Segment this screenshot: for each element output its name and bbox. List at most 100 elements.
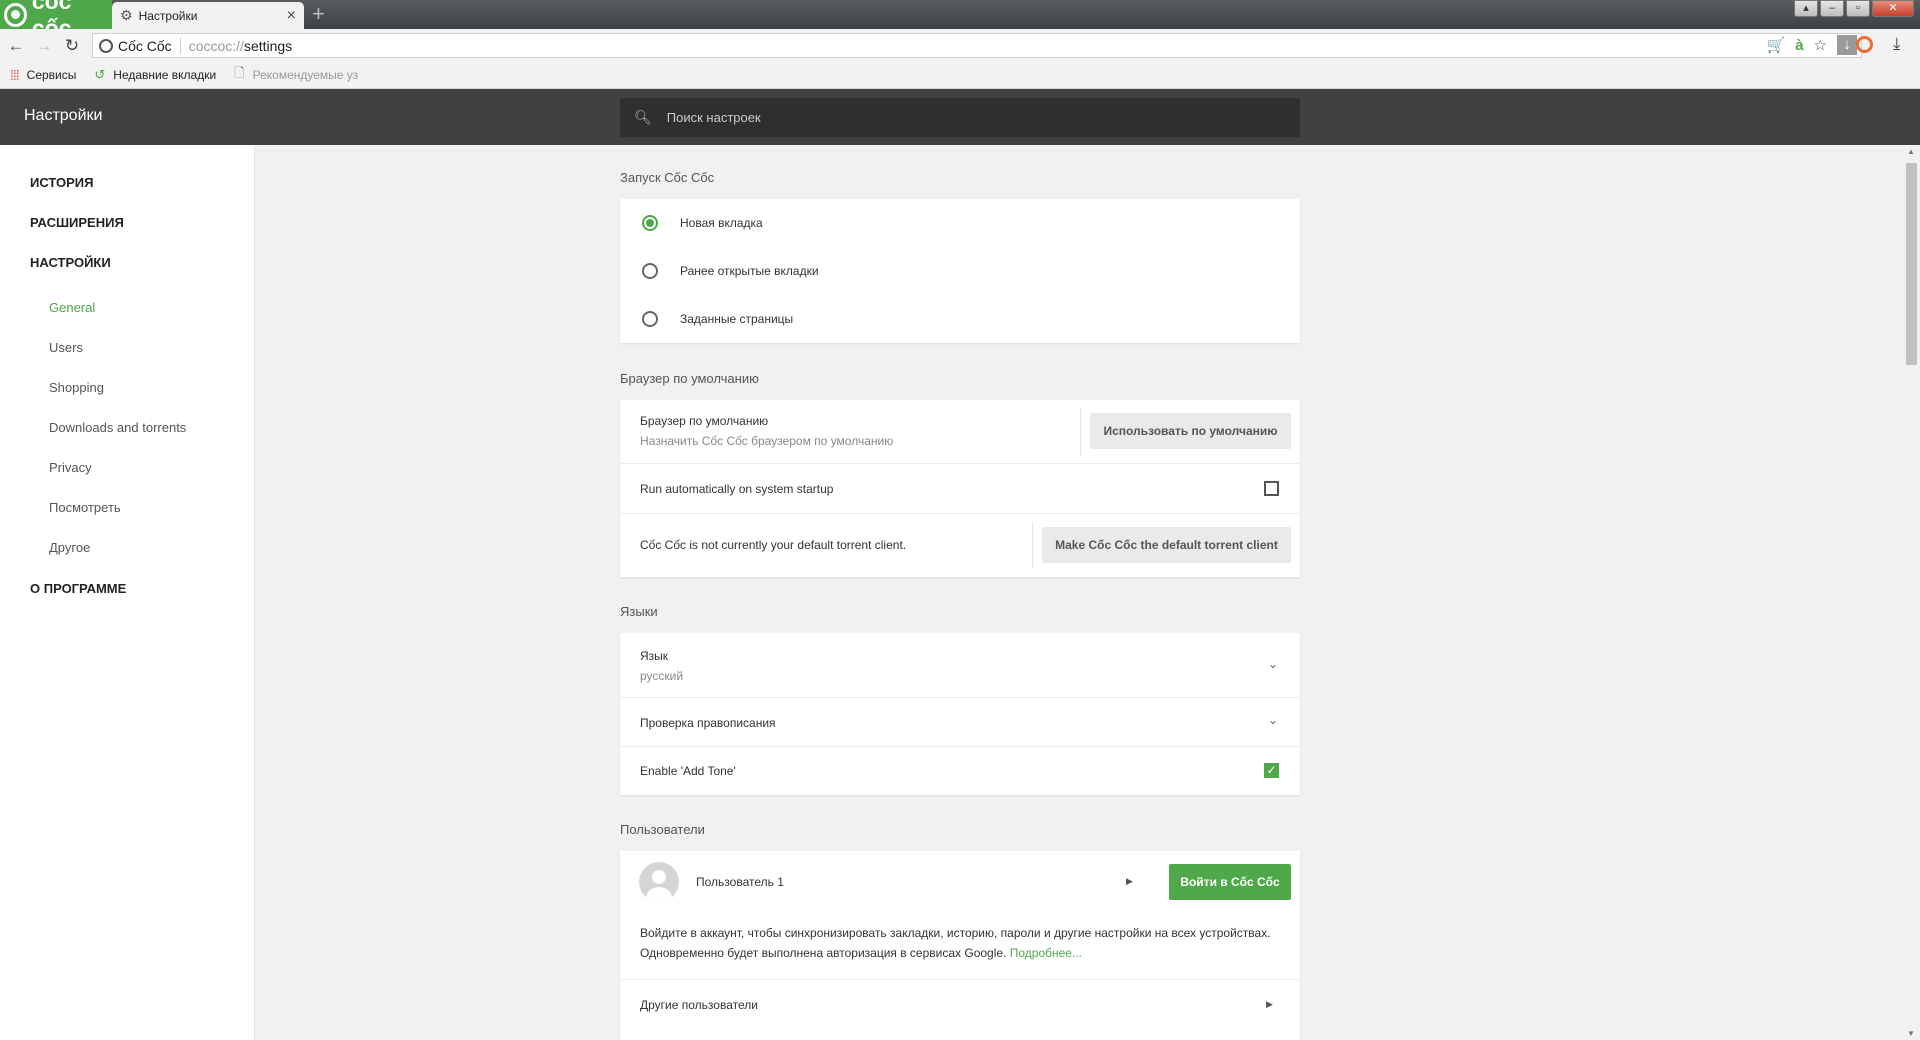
startup-section-title: Запуск Cốc Cốc <box>620 170 715 185</box>
default-browser-sub: Назначить Cốc Cốc браузером по умолчанию <box>640 434 894 448</box>
url-path: settings <box>243 37 293 54</box>
spellcheck-label: Проверка правописания <box>640 716 776 730</box>
spellcheck-row[interactable]: Проверка правописания ⌄ <box>620 698 1300 747</box>
sidebar-history[interactable]: ИСТОРИЯ <box>30 175 94 190</box>
search-icon: 🔍︎ <box>634 109 652 125</box>
bookmark-recommended[interactable]: 🗋 Рекомендуемые уз <box>234 64 358 86</box>
profile-window-icon[interactable]: ▴ <box>1794 0 1818 17</box>
bookmark-label: Сервисы <box>26 68 77 82</box>
sidebar-item-general[interactable]: General <box>49 300 95 315</box>
browser-titlebar: cốc cốc ⚙ Настройки × + ▴ – ▫ ✕ <box>0 0 1920 41</box>
shopping-cart-icon[interactable]: 🛒 <box>1767 36 1786 54</box>
autorun-label: Run automatically on system startup <box>640 482 834 496</box>
torrent-row: Cốc Cốc is not currently your default to… <box>620 514 1300 577</box>
language-row[interactable]: Язык русский ⌄ <box>620 633 1300 698</box>
set-default-torrent-button[interactable]: Make Cốc Cốc the default torrent client <box>1042 527 1291 563</box>
other-users-label: Другие пользователи <box>640 998 758 1012</box>
users-section-title: Пользователи <box>620 822 705 837</box>
divider <box>1080 408 1081 456</box>
address-bar[interactable]: Cốc Cốc coccoc:// settings 🛒 à ☆ ↓ <box>92 33 1862 58</box>
extension-icon[interactable] <box>1856 36 1873 53</box>
startup-option[interactable]: Новая вкладка <box>620 199 1300 247</box>
avatar <box>639 862 679 902</box>
other-users-row[interactable]: Другие пользователи ▶ <box>620 980 1300 1030</box>
recent-tabs-icon: ↺ <box>94 67 106 82</box>
add-tone-row[interactable]: Enable 'Add Tone' ✓ <box>620 747 1300 795</box>
media-download-icon[interactable]: ↓ <box>1837 35 1857 55</box>
close-window-button[interactable]: ✕ <box>1872 0 1914 17</box>
search-input[interactable] <box>666 110 1267 125</box>
language-label: Язык <box>640 649 669 663</box>
scroll-down-icon[interactable]: ▼ <box>1907 1029 1915 1038</box>
url-scheme: coccoc:// <box>188 37 244 54</box>
autorun-checkbox[interactable] <box>1264 481 1279 496</box>
apps-icon: ⁞⁞⁞ <box>10 67 20 83</box>
browser-toolbar: ← → ↻ Cốc Cốc coccoc:// settings 🛒 à ☆ ↓… <box>0 29 1920 62</box>
scroll-up-icon[interactable]: ▲ <box>1907 147 1915 156</box>
sidebar-about[interactable]: О ПРОГРАММЕ <box>30 581 126 596</box>
user-row[interactable]: Пользователь 1 ▶ Войти в Cốc Cốc <box>620 851 1300 913</box>
sidebar-item-shopping[interactable]: Shopping <box>49 380 104 395</box>
maximize-button[interactable]: ▫ <box>1846 0 1870 17</box>
forward-icon[interactable]: → <box>32 36 56 56</box>
radio-new-tab[interactable] <box>642 215 658 231</box>
triangle-right-icon[interactable]: ▶ <box>1266 999 1273 1010</box>
scrollbar-thumb[interactable] <box>1906 163 1917 365</box>
description-text: Войдите в аккаунт, чтобы синхронизироват… <box>640 926 1271 960</box>
signin-button[interactable]: Войти в Cốc Cốc <box>1169 864 1291 900</box>
triangle-right-icon[interactable]: ▶ <box>1126 876 1133 887</box>
startup-autorun-row[interactable]: Run automatically on system startup <box>620 464 1300 514</box>
startup-option[interactable]: Заданные страницы <box>620 295 1300 343</box>
bookmark-recent-tabs[interactable]: ↺ Недавние вкладки <box>94 67 216 83</box>
downloads-icon[interactable]: ⤓ <box>1893 34 1901 54</box>
back-icon[interactable]: ← <box>4 36 28 56</box>
bookmark-star-icon[interactable]: ☆ <box>1814 36 1827 54</box>
option-label: Новая вкладка <box>680 216 763 230</box>
chevron-down-icon[interactable]: ⌄ <box>1268 657 1278 671</box>
languages-card: Язык русский ⌄ Проверка правописания ⌄ E… <box>620 633 1300 795</box>
sidebar: ИСТОРИЯ РАСШИРЕНИЯ НАСТРОЙКИ General Use… <box>0 145 255 1040</box>
startup-option[interactable]: Ранее открытые вкладки <box>620 247 1300 295</box>
sidebar-item-view[interactable]: Посмотреть <box>49 500 121 515</box>
default-browser-label: Браузер по умолчанию <box>640 414 769 428</box>
close-tab-icon[interactable]: × <box>287 7 296 25</box>
window-controls: ▴ – ▫ ✕ <box>1794 0 1914 17</box>
bookmark-apps[interactable]: ⁞⁞⁞ Сервисы <box>10 67 76 83</box>
sidebar-settings[interactable]: НАСТРОЙКИ <box>30 255 111 270</box>
tab-settings[interactable]: ⚙ Настройки × <box>112 2 304 29</box>
add-tone-checkbox[interactable]: ✓ <box>1264 763 1279 778</box>
languages-section-title: Языки <box>620 604 658 619</box>
sidebar-item-other[interactable]: Другое <box>49 540 90 555</box>
radio-previous-tabs[interactable] <box>642 263 658 279</box>
search-box[interactable]: 🔍︎ <box>620 98 1300 137</box>
settings-header: Настройки 🔍︎ <box>0 89 1920 145</box>
reload-icon[interactable]: ↻ <box>60 36 84 56</box>
set-default-button[interactable]: Использовать по умолчанию <box>1090 413 1291 449</box>
sidebar-item-downloads[interactable]: Downloads and torrents <box>49 420 186 435</box>
default-browser-card: Браузер по умолчанию Назначить Cốc Cốc б… <box>620 400 1300 577</box>
language-value: русский <box>640 669 684 683</box>
sidebar-item-privacy[interactable]: Privacy <box>49 460 92 475</box>
option-label: Ранее открытые вкладки <box>680 264 819 278</box>
minimize-button[interactable]: – <box>1820 0 1844 17</box>
add-tone-label: Enable 'Add Tone' <box>640 764 736 778</box>
startup-card: Новая вкладка Ранее открытые вкладки Зад… <box>620 199 1300 343</box>
signin-description: Войдите в аккаунт, чтобы синхронизироват… <box>640 923 1280 963</box>
radio-specific-pages[interactable] <box>642 311 658 327</box>
coccoc-logo-icon <box>4 2 27 27</box>
users-card: Пользователь 1 ▶ Войти в Cốc Cốc Войдите… <box>620 851 1300 1040</box>
page-scrollbar[interactable]: ▲ ▼ <box>1903 145 1920 1040</box>
sidebar-extensions[interactable]: РАСШИРЕНИЯ <box>30 215 124 230</box>
omnibox-site-label: Cốc Cốc <box>118 37 181 54</box>
chevron-down-icon[interactable]: ⌄ <box>1268 713 1278 727</box>
learn-more-link[interactable]: Подробнее... <box>1010 946 1082 960</box>
bookmarks-bar: ⁞⁞⁞ Сервисы ↺ Недавние вкладки 🗋 Рекомен… <box>0 62 1920 89</box>
default-browser-row: Браузер по умолчанию Назначить Cốc Cốc б… <box>620 400 1300 464</box>
site-info-icon[interactable] <box>99 38 113 53</box>
coccoc-logo[interactable]: cốc cốc <box>0 0 112 41</box>
default-browser-section-title: Браузер по умолчанию <box>620 371 759 386</box>
new-tab-button[interactable]: + <box>312 3 325 25</box>
bookmark-label: Недавние вкладки <box>113 68 217 82</box>
sidebar-item-users[interactable]: Users <box>49 340 83 355</box>
add-tone-icon[interactable]: à <box>1795 37 1803 54</box>
